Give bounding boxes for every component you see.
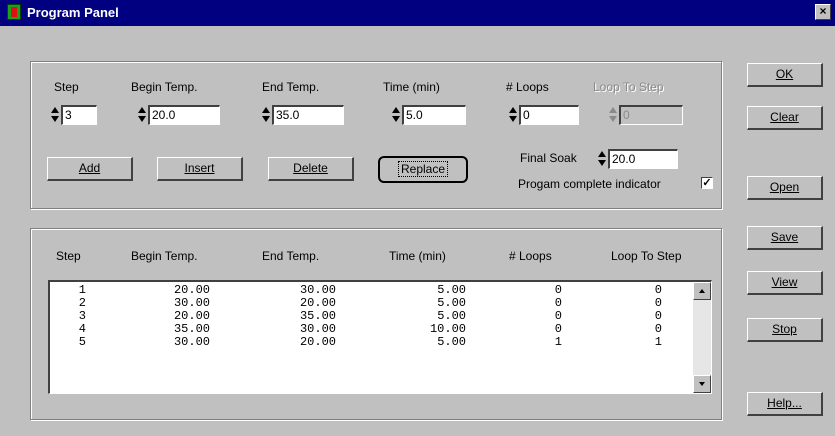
replace-button[interactable]: Replace [378,156,468,183]
col-header-time: Time (min) [389,249,446,263]
end-temp-input[interactable]: 35.0 [272,105,344,125]
save-button[interactable]: Save [747,226,823,250]
replace-button-label: Replace [397,161,449,177]
col-header-end-temp: End Temp. [262,249,320,263]
time-input[interactable]: 5.0 [402,105,466,125]
program-complete-label: Progam complete indicator [518,177,661,191]
close-button[interactable]: × [815,4,831,20]
view-button-label: View [771,275,798,289]
delete-button-label: Delete [293,161,328,175]
clear-button[interactable]: Clear [747,106,823,130]
end-temp-spinner[interactable] [262,107,270,123]
scroll-down-icon[interactable] [693,375,711,393]
insert-button-label: Insert [184,161,215,175]
time-label: Time (min) [383,80,440,94]
help-button-label: Help... [767,396,802,410]
ok-button[interactable]: OK [747,63,823,87]
ok-button-label: OK [775,67,794,81]
program-complete-checkbox[interactable]: ✓ [701,177,713,189]
cell-loop-to-step: 1 [654,335,662,349]
step-label: Step [54,80,79,94]
col-header-step: Step [56,249,81,263]
final-soak-input[interactable]: 20.0 [608,149,678,169]
cell-end-temp: 20.00 [299,335,336,349]
program-steps-list[interactable]: 1 20.00 30.00 5.00 0 0 2 30.00 20.00 5.00 0 0 3 20.00… [48,280,712,394]
begin-temp-input[interactable]: 20.0 [148,105,220,125]
clear-button-label: Clear [770,110,799,124]
table-row[interactable]: 1 20.00 30.00 5.00 0 0 [50,284,690,297]
begin-temp-label: Begin Temp. [131,80,198,94]
loop-to-step-spinner [609,107,617,123]
step-spinner[interactable] [51,107,59,123]
title-bar: Program Panel × [0,0,835,26]
table-row[interactable]: 2 30.00 20.00 5.00 0 0 [50,297,690,310]
step-input[interactable]: 3 [61,105,97,125]
delete-button[interactable]: Delete [268,157,354,181]
final-soak-spinner[interactable] [598,151,606,167]
view-button[interactable]: View [747,271,823,295]
cell-time: 5.00 [437,335,466,349]
table-row[interactable]: 5 30.00 20.00 5.00 1 1 [50,336,690,349]
open-button[interactable]: Open [747,176,823,200]
insert-button[interactable]: Insert [157,157,243,181]
cell-begin-temp: 30.00 [173,335,210,349]
help-button[interactable]: Help... [747,392,823,416]
stop-button-label: Stop [772,322,797,336]
cell-step: 5 [78,335,86,349]
window-title: Program Panel [27,5,119,20]
loop-to-step-input: 0 [619,105,683,125]
open-button-label: Open [769,180,800,194]
table-row[interactable]: 4 35.00 30.00 10.00 0 0 [50,323,690,336]
table-row[interactable]: 3 20.00 35.00 5.00 0 0 [50,310,690,323]
loops-label: # Loops [506,80,549,94]
cell-loops: 1 [554,335,562,349]
scroll-up-icon[interactable] [693,282,711,300]
loop-to-step-label: Loop To Step [593,80,664,94]
col-header-loop-to-step: Loop To Step [611,249,682,263]
final-soak-label: Final Soak [520,151,577,165]
add-button[interactable]: Add [47,157,133,181]
vertical-scrollbar[interactable] [693,282,711,393]
save-button-label: Save [770,230,799,244]
app-icon [7,4,21,20]
begin-temp-spinner[interactable] [138,107,146,123]
stop-button[interactable]: Stop [747,318,823,342]
loops-input[interactable]: 0 [519,105,579,125]
loops-spinner[interactable] [509,107,517,123]
col-header-begin-temp: Begin Temp. [131,249,198,263]
time-spinner[interactable] [392,107,400,123]
end-temp-label: End Temp. [262,80,320,94]
col-header-loops: # Loops [509,249,552,263]
add-button-label: Add [78,161,101,175]
